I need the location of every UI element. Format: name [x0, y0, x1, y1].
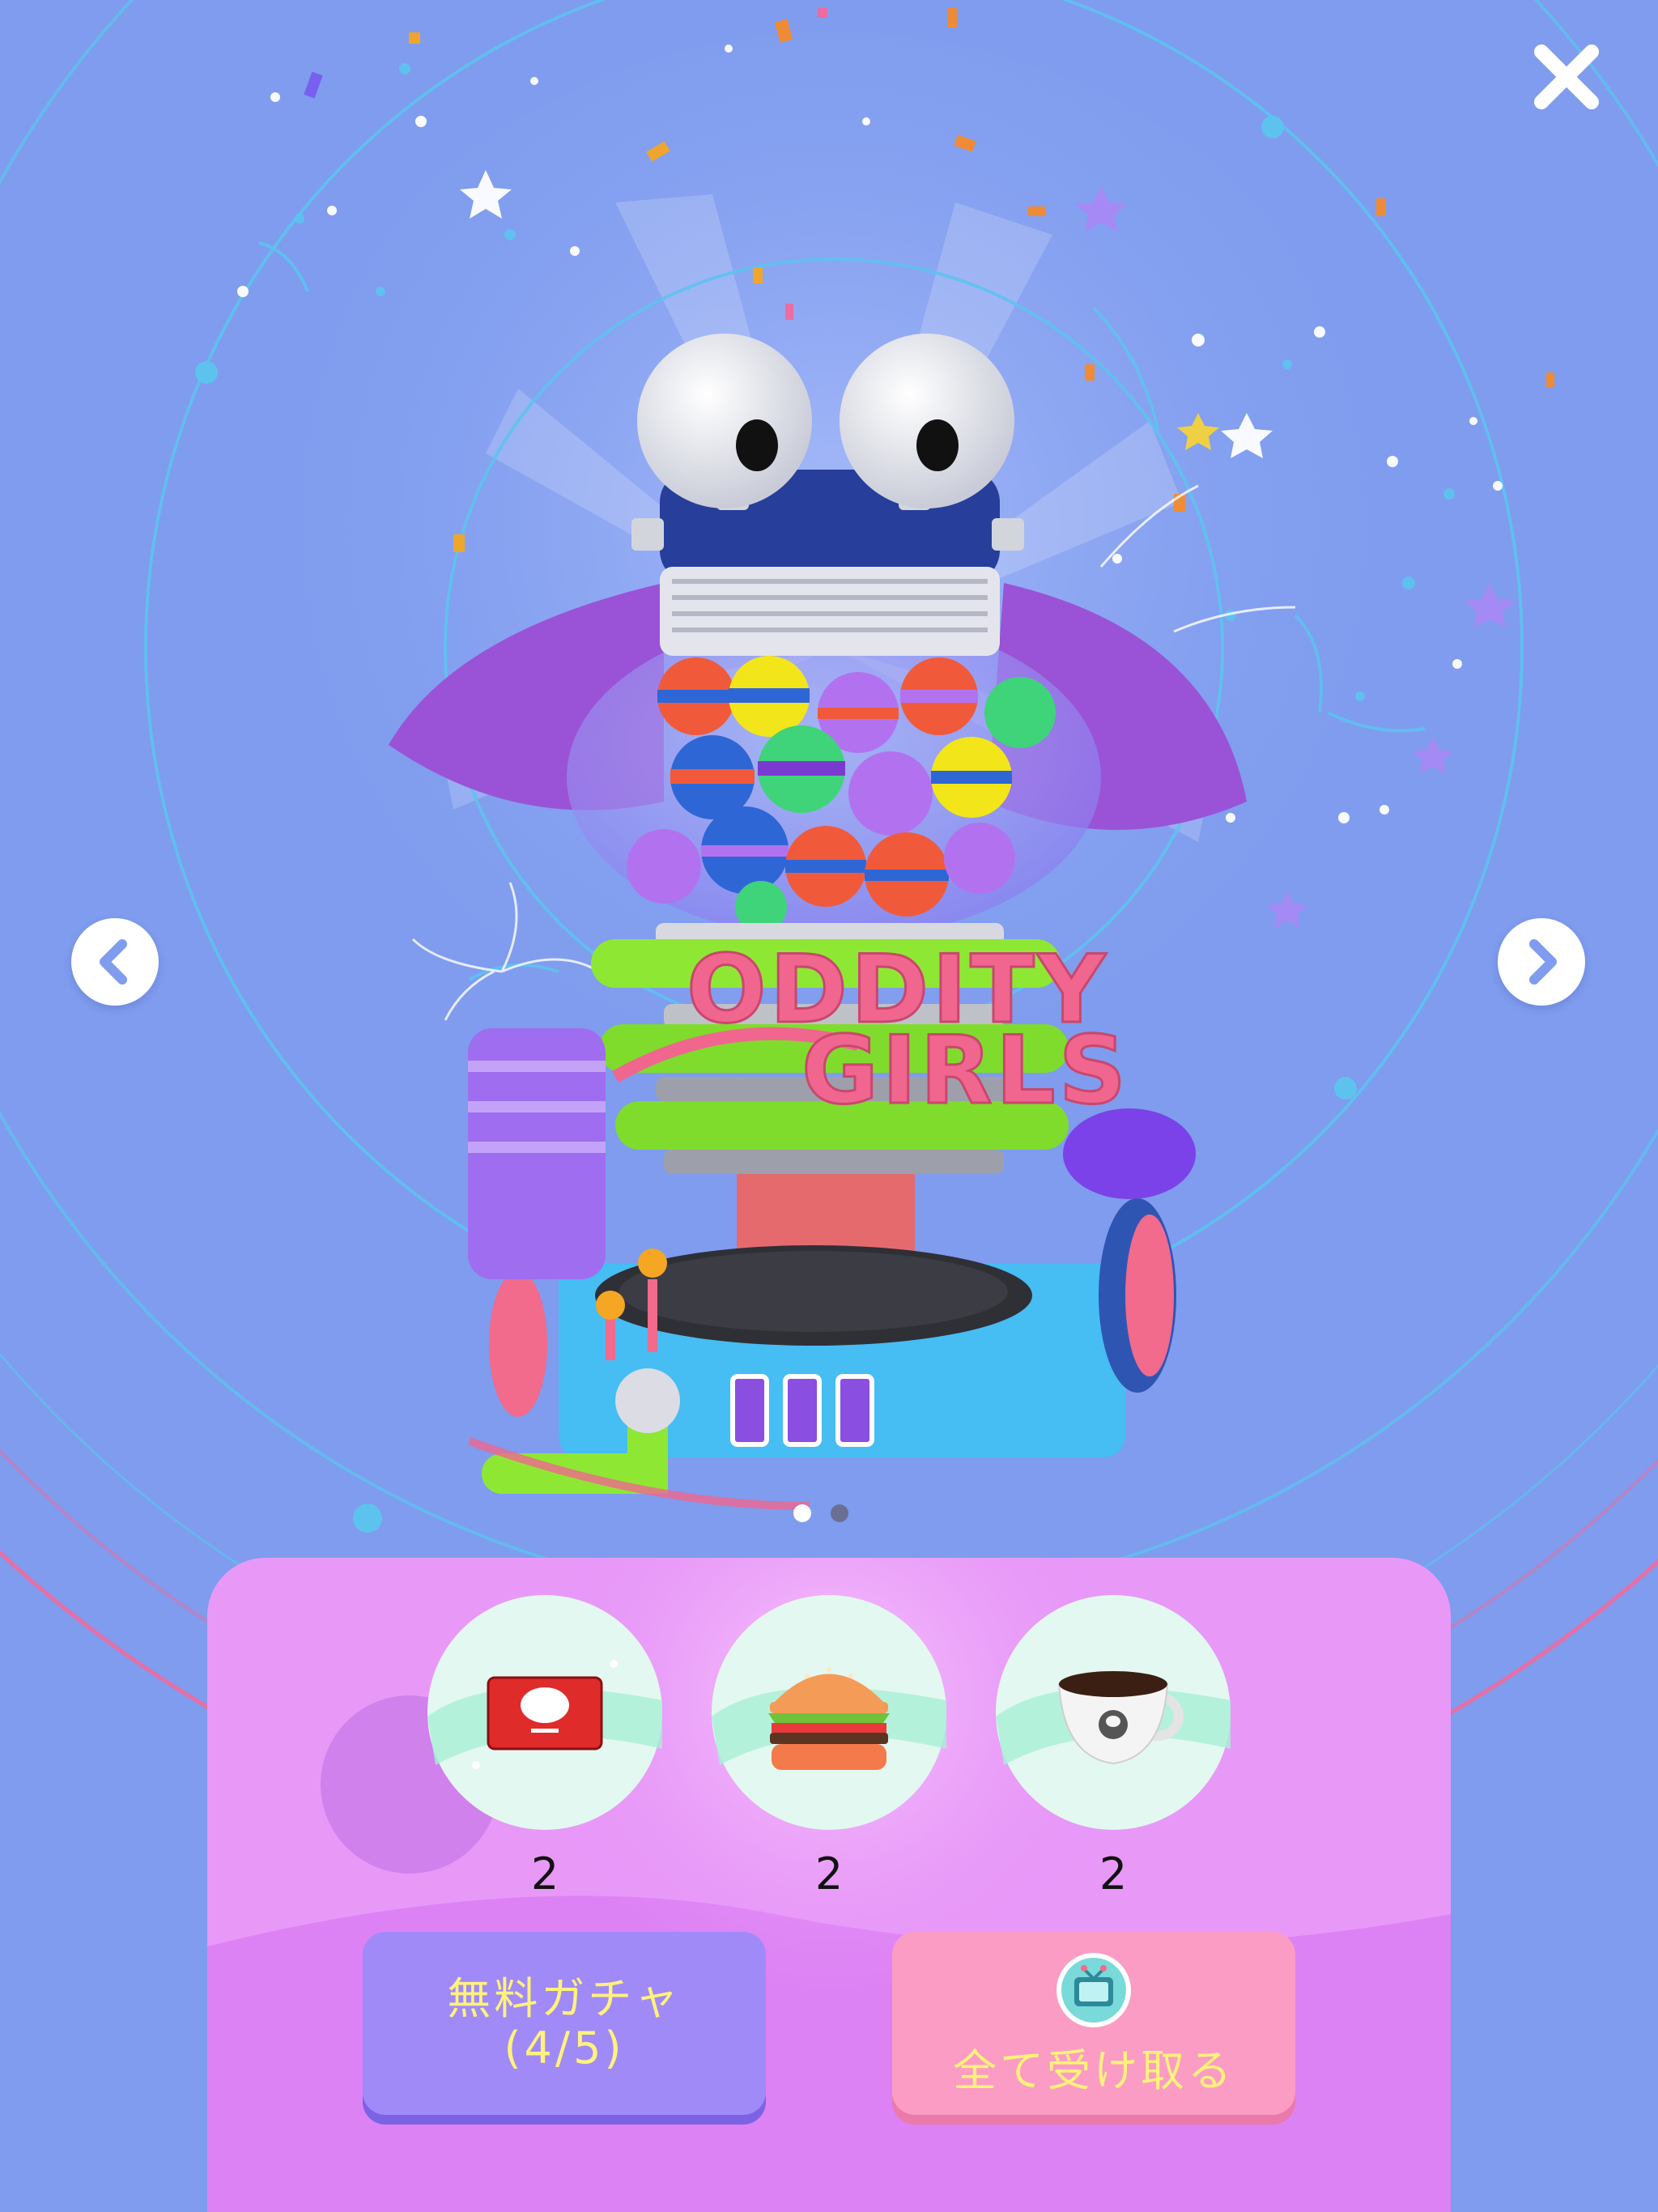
- close-icon: [1534, 45, 1599, 109]
- chevron-right-icon: [1529, 939, 1557, 985]
- free-gacha-button[interactable]: 無料ガチャ (4/5): [363, 1932, 766, 2115]
- gift-card-icon: [487, 1676, 603, 1750]
- free-gacha-count: (4/5): [504, 2023, 625, 2074]
- reward-bubble: [712, 1595, 946, 1830]
- previous-button[interactable]: [71, 918, 159, 1006]
- gacha-screen: ODDITY GIRLS 2 2 2 無料ガチャ (4/5) 全て受け取る: [0, 0, 1658, 2212]
- prize-panel: 2 2 2 無料ガチャ (4/5) 全て受け取る: [207, 1558, 1451, 2212]
- carousel-pager: [793, 1504, 848, 1522]
- reward-count: 2: [1099, 1848, 1128, 1899]
- pager-dot-1[interactable]: [793, 1504, 811, 1522]
- claim-all-button[interactable]: 全て受け取る: [892, 1932, 1295, 2115]
- reward-item-hamburger: 2: [712, 1595, 946, 1896]
- chevron-left-icon: [100, 939, 127, 985]
- claim-all-label: 全て受け取る: [953, 2045, 1235, 2097]
- close-button[interactable]: [1522, 32, 1611, 121]
- reward-bubble: [996, 1595, 1231, 1830]
- reward-count: 2: [814, 1848, 844, 1899]
- free-gacha-label: 無料ガチャ: [447, 1972, 682, 2024]
- logo-line2: GIRLS: [801, 1016, 1129, 1125]
- tv-icon: [1056, 1953, 1131, 2028]
- next-button[interactable]: [1498, 918, 1585, 1006]
- reward-item-gift-card: 2: [427, 1595, 662, 1896]
- pager-dot-2[interactable]: [831, 1504, 848, 1522]
- reward-bubble: [427, 1595, 662, 1830]
- reward-item-coffee: 2: [996, 1595, 1231, 1896]
- reward-count: 2: [530, 1848, 559, 1899]
